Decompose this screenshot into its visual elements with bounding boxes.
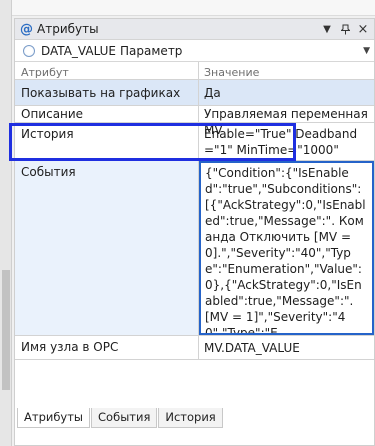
attributes-panel: @ Атрибуты ▼ × DATA_VALUE Параметр ▼ Атр… [9, 18, 375, 446]
row-key: История [15, 123, 199, 160]
panel-titlebar: @ Атрибуты ▼ × [15, 19, 374, 40]
panel-title: Атрибуты [37, 22, 99, 36]
table-row[interactable]: События {"Condition":{"IsEnabled":"true"… [15, 161, 374, 336]
header-value[interactable]: Значение [199, 62, 374, 79]
tab-attributes[interactable]: Атрибуты [17, 408, 91, 428]
chevron-down-icon[interactable]: ▼ [363, 46, 370, 56]
table-row[interactable]: История Enable="True" Deadband="1" MinTi… [15, 123, 374, 161]
object-selector[interactable]: DATA_VALUE Параметр ▼ [15, 40, 374, 62]
row-key: Описание [15, 106, 199, 122]
scrollbar-thumb[interactable] [2, 270, 10, 390]
table-row[interactable]: Описание Управляемая переменная MV [15, 106, 374, 137]
property-grid: Атрибут Значение Показывать на графиках … [9, 62, 374, 406]
table-row[interactable]: Показывать на графиках Да [15, 80, 374, 106]
object-type: Параметр [120, 43, 183, 58]
bottom-tabs: Атрибуты События История [17, 408, 224, 428]
top-panel-edge [12, 0, 375, 16]
pin-icon[interactable] [338, 21, 352, 37]
row-value[interactable]: Управляемая переменная MV [199, 106, 374, 137]
grid-empty-area [15, 360, 374, 406]
row-value[interactable]: Да [199, 80, 374, 105]
row-key: Показывать на графиках [15, 80, 199, 105]
events-value-editor[interactable]: {"Condition":{"IsEnabled":"true","Subcon… [199, 161, 374, 335]
tab-events[interactable]: События [91, 408, 158, 428]
row-value[interactable]: Enable="True" Deadband="1" MinTime="1000… [199, 123, 374, 160]
tab-history[interactable]: История [158, 408, 223, 428]
dropdown-arrow-icon[interactable]: ▼ [320, 21, 334, 37]
row-key: События [15, 161, 199, 335]
row-key: Имя узла в OPC [15, 336, 199, 359]
table-row[interactable]: Имя узла в OPC MV.DATA_VALUE [15, 336, 374, 360]
object-radio-icon [23, 44, 35, 57]
row-value[interactable]: MV.DATA_VALUE [199, 336, 374, 359]
grid-header: Атрибут Значение [15, 62, 374, 80]
close-icon[interactable]: × [356, 21, 370, 37]
at-sign-icon: @ [20, 21, 33, 37]
left-scrollbar[interactable] [0, 0, 12, 446]
object-name: DATA_VALUE [41, 43, 117, 58]
header-attribute[interactable]: Атрибут [15, 62, 199, 79]
